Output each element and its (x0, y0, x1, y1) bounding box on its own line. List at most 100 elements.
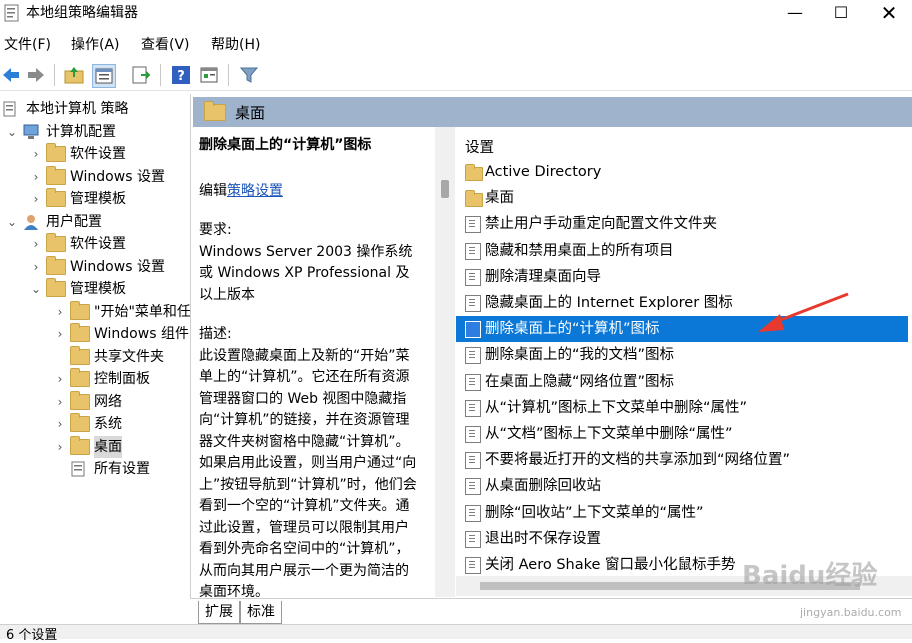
tree-item-label: 软件设置 (70, 236, 126, 252)
tree-item-label: 控制面板 (94, 371, 150, 387)
all-settings-icon (70, 461, 88, 477)
setting-label: 隐藏和禁用桌面上的所有项目 (485, 242, 674, 259)
setting-row[interactable]: 从“计算机”图标上下文菜单中删除“属性” (456, 395, 908, 421)
tree-item[interactable]: › 系统 (0, 413, 190, 435)
setting-row[interactable]: 退出时不保存设置 (456, 526, 908, 552)
setting-row[interactable]: 在桌面上隐藏“网络位置”图标 (456, 369, 908, 395)
folder-icon (465, 164, 483, 181)
tree-item[interactable]: › 软件设置 (0, 233, 190, 255)
setting-label: 在桌面上隐藏“网络位置”图标 (485, 373, 675, 390)
toolbar-separator (228, 64, 229, 86)
setting-label: 不要将最近打开的文档的共享添加到“网络位置” (485, 452, 791, 469)
requirements-text: Windows Server 2003 操作系统或 Windows XP Pro… (199, 243, 413, 303)
chevron-right-icon[interactable]: › (54, 391, 66, 413)
setting-icon (465, 242, 481, 260)
chevron-right-icon[interactable]: › (30, 143, 42, 165)
properties-view-icon[interactable] (198, 64, 220, 86)
folder-icon (46, 278, 66, 297)
maximize-button[interactable]: ☐ (818, 0, 864, 30)
tree-item-label: 所有设置 (94, 461, 150, 477)
tree-item[interactable]: › Windows 设置 (0, 165, 190, 188)
setting-icon (465, 452, 481, 470)
chevron-down-icon[interactable]: ⌄ (6, 121, 18, 143)
menu-view[interactable]: 查看(V) (141, 34, 190, 54)
setting-label: 关闭 Aero Shake 窗口最小化鼠标手势 (485, 557, 736, 573)
chevron-right-icon[interactable]: › (54, 301, 66, 323)
folder-icon (70, 368, 90, 387)
annotation-arrow-icon (758, 292, 849, 332)
watermark-logo: Baidu经验 (742, 561, 878, 591)
tree-item-label: 用户配置 (46, 213, 102, 230)
svg-text:?: ? (177, 69, 185, 84)
setting-row[interactable]: 从桌面删除回收站 (456, 473, 908, 499)
forward-arrow-icon[interactable] (25, 64, 47, 86)
tree-item[interactable]: › 桌面 (0, 435, 190, 458)
column-header-setting[interactable]: 设置 (465, 136, 494, 157)
edit-policy-link[interactable]: 策略设置 (227, 183, 283, 199)
requirements-label: 要求: (199, 222, 232, 238)
setting-row[interactable]: 隐藏和禁用桌面上的所有项目 (456, 238, 908, 264)
tree-item[interactable]: › "开始"菜单和任 (0, 300, 190, 323)
settings-list: 设置 Active Directory 桌面禁止用户手动重定向配置文件文件夹 隐藏和… (456, 127, 912, 575)
tree-item-label: 网络 (94, 393, 122, 410)
setting-label: 桌面 (485, 190, 514, 207)
export-list-icon[interactable] (130, 64, 152, 86)
setting-icon (465, 295, 481, 312)
folder-icon (46, 233, 66, 252)
tab-extended[interactable]: 扩展 (198, 601, 240, 624)
chevron-right-icon[interactable]: › (30, 188, 42, 210)
filter-icon[interactable] (238, 64, 260, 86)
tree-item[interactable]: › Windows 设置 (0, 255, 190, 278)
tree-item[interactable]: ⌄ 管理模板 (0, 278, 190, 300)
tree-item-label: Windows 设置 (70, 168, 165, 185)
description-pane: 删除桌面上的“计算机”图标 编辑策略设置 要求: Windows Server … (193, 127, 455, 597)
setting-row[interactable]: 从“文档”图标上下文菜单中删除“属性” (456, 421, 908, 447)
setting-label: 禁止用户手动重定向配置文件文件夹 (485, 216, 717, 233)
back-arrow-icon[interactable] (0, 64, 22, 86)
help-icon[interactable]: ? (170, 64, 192, 86)
chevron-right-icon[interactable]: › (54, 413, 66, 435)
title-bar: 本地组策略编辑器 — ☐ ✕ (0, 0, 912, 30)
chevron-right-icon[interactable]: › (30, 166, 42, 188)
tree-item[interactable]: ⌄ 用户配置 (0, 211, 190, 233)
tab-standard[interactable]: 标准 (240, 601, 282, 624)
setting-row[interactable]: Active Directory (456, 159, 908, 185)
chevron-right-icon[interactable]: › (54, 436, 66, 458)
setting-row[interactable]: 桌面 (456, 185, 908, 211)
watermark-url: jingyan.baidu.com (800, 606, 902, 619)
menu-help[interactable]: 帮助(H) (211, 34, 260, 54)
chevron-right-icon[interactable]: › (30, 233, 42, 255)
edit-prefix: 编辑 (199, 182, 227, 199)
description-scroll-thumb[interactable] (441, 180, 449, 198)
chevron-down-icon[interactable]: ⌄ (30, 278, 42, 300)
up-folder-icon[interactable] (63, 64, 85, 86)
setting-icon (465, 268, 481, 286)
setting-icon (465, 321, 481, 339)
menu-action[interactable]: 操作(A) (71, 34, 120, 54)
tree-item[interactable]: 共享文件夹 (0, 345, 190, 368)
tree-item[interactable]: › Windows 组件 (0, 323, 190, 345)
chevron-right-icon[interactable]: › (54, 323, 66, 345)
tree-item[interactable]: › 软件设置 (0, 143, 190, 165)
details-header-title: 桌面 (235, 104, 266, 122)
show-hide-tree-icon[interactable] (92, 64, 116, 88)
setting-row[interactable]: 不要将最近打开的文档的共享添加到“网络位置” (456, 447, 908, 473)
tree-item[interactable]: ⌄ 计算机配置 (0, 121, 190, 143)
close-button[interactable]: ✕ (866, 0, 912, 30)
toolbar-separator (54, 64, 55, 86)
tree-item[interactable]: › 控制面板 (0, 368, 190, 390)
minimize-button[interactable]: — (772, 0, 818, 30)
setting-row[interactable]: 禁止用户手动重定向配置文件文件夹 (456, 211, 908, 237)
folder-icon (70, 300, 90, 320)
chevron-right-icon[interactable]: › (30, 256, 42, 278)
tree-item[interactable]: › 管理模板 (0, 188, 190, 210)
setting-label: 隐藏桌面上的 Internet Explorer 图标 (485, 295, 733, 311)
setting-row[interactable]: 删除“回收站”上下文菜单的“属性” (456, 500, 908, 526)
tree-item[interactable]: 所有设置 (0, 458, 190, 480)
chevron-down-icon[interactable]: ⌄ (6, 211, 18, 233)
tree-item[interactable]: › 网络 (0, 390, 190, 413)
chevron-right-icon[interactable]: › (54, 368, 66, 390)
menu-file[interactable]: 文件(F) (4, 34, 51, 54)
setting-row[interactable]: 删除清理桌面向导 (456, 264, 908, 290)
tree-item[interactable]: 本地计算机 策略 (0, 98, 190, 120)
